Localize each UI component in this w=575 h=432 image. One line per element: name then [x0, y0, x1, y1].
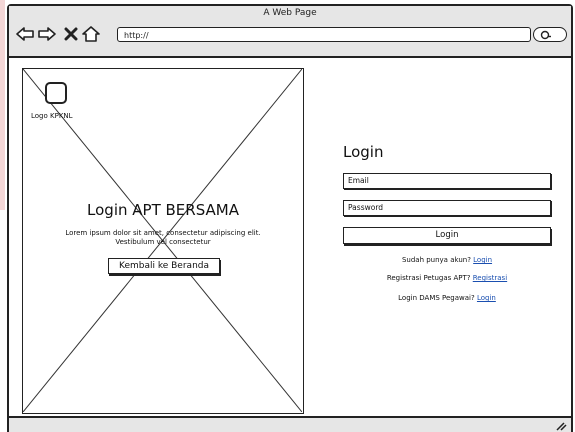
login-button[interactable]: Login [343, 227, 551, 244]
email-field[interactable]: Email [343, 173, 551, 189]
hero-title: Login APT BERSAMA [87, 201, 239, 219]
decorative-edge [0, 0, 5, 210]
resize-grip-icon[interactable] [555, 421, 567, 431]
login-heading: Login [343, 143, 384, 161]
password-field[interactable]: Password [343, 200, 551, 216]
forward-arrow-icon[interactable] [37, 24, 57, 44]
logo-icon [45, 82, 67, 104]
hero-description: Lorem ipsum dolor sit amet, consectetur … [65, 229, 261, 246]
register-link[interactable]: Registrasi [473, 274, 507, 282]
address-bar[interactable]: http:// [117, 27, 531, 42]
back-to-home-button[interactable]: Kembali ke Beranda [108, 258, 220, 274]
search-icon [540, 30, 551, 40]
link-prompt: Login DAMS Pegawai? [398, 294, 475, 302]
link-prompt: Registrasi Petugas APT? [386, 274, 471, 282]
hero-image-placeholder: Logo KPKNL Login APT BERSAMA Lorem ipsum… [22, 68, 304, 414]
window-title: A Web Page [263, 8, 317, 18]
logo-label: Logo KPKNL [31, 112, 73, 120]
search-button[interactable] [533, 27, 567, 42]
back-arrow-icon[interactable] [15, 24, 35, 44]
home-icon[interactable] [81, 24, 101, 44]
link-prompt: Sudah punya akun? [401, 256, 471, 264]
page: A Web Page http:// Logo KPKNL Login APT … [0, 0, 575, 432]
dams-login-link-row: Login DAMS Pegawai? Login [343, 294, 551, 302]
login-link[interactable]: Login [473, 256, 492, 264]
status-bar [9, 416, 571, 432]
dams-login-link[interactable]: Login [477, 294, 496, 302]
login-link-row: Sudah punya akun? Login [343, 256, 551, 264]
close-icon[interactable] [61, 24, 81, 44]
browser-window: A Web Page http:// Logo KPKNL Login APT … [7, 4, 573, 432]
browser-toolbar: A Web Page http:// [9, 6, 571, 58]
register-link-row: Registrasi Petugas APT? Registrasi [343, 274, 551, 282]
